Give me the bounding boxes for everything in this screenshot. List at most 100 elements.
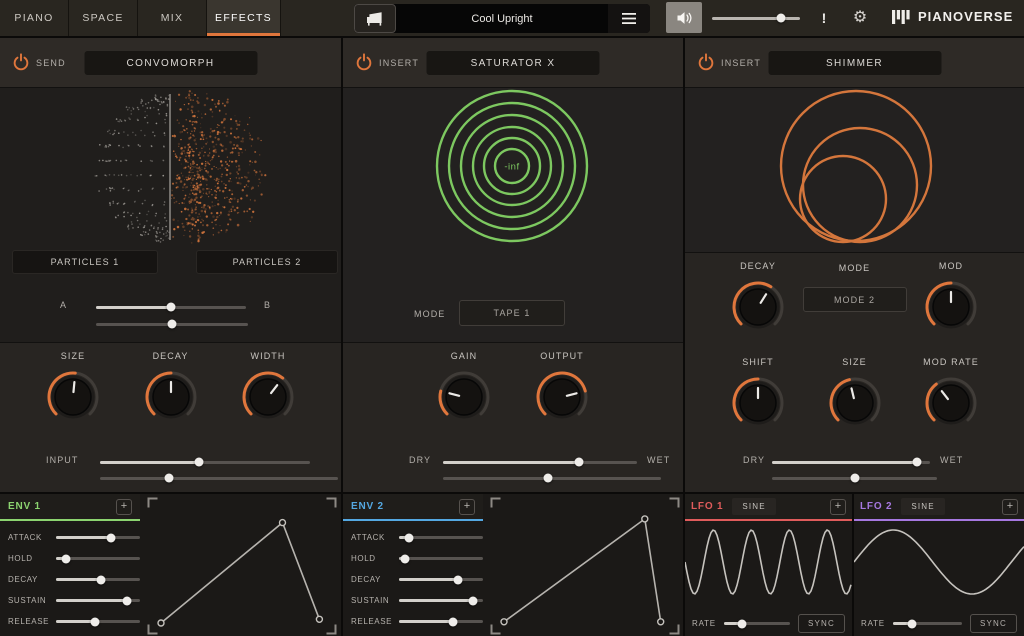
- convomorph-particles-viz: [0, 88, 341, 246]
- shimmer-drywet-balance-slider[interactable]: [772, 473, 937, 483]
- shimmer-drywet-slider[interactable]: [772, 457, 930, 467]
- shimmer-mode-label: MODE: [839, 263, 870, 273]
- gain-knob-label: GAIN: [451, 351, 477, 361]
- lfo1-rate-slider[interactable]: [724, 619, 790, 629]
- lfo2-add-button[interactable]: +: [1002, 499, 1018, 515]
- env2-add-button[interactable]: +: [459, 499, 475, 515]
- particles-1-button[interactable]: PARTICLES 1: [12, 250, 158, 274]
- lfo1-sync-button[interactable]: SYNC: [798, 614, 845, 633]
- convomorph-name-button[interactable]: CONVOMORPH: [83, 50, 258, 76]
- convomorph-size-knob-group: SIZE: [44, 351, 102, 426]
- shimmer-size-knob-label: SIZE: [842, 357, 866, 367]
- tab-mix[interactable]: MIX: [138, 0, 207, 36]
- env1-attack-slider[interactable]: [56, 533, 140, 543]
- env2-sustain-slider[interactable]: [399, 596, 483, 606]
- shimmer-decay-knob[interactable]: [729, 278, 787, 336]
- tab-effects[interactable]: EFFECTS: [207, 0, 281, 36]
- saturator-header: INSERT SATURATOR X: [343, 38, 683, 88]
- tab-piano[interactable]: PIANO: [0, 0, 69, 36]
- width-knob[interactable]: [239, 368, 297, 426]
- settings-button[interactable]: ⚙: [848, 6, 872, 30]
- morph-balance-slider[interactable]: [96, 319, 248, 329]
- env1-graph[interactable]: [146, 496, 338, 636]
- saturator-drywet-slider[interactable]: [443, 457, 637, 467]
- env2-decay-slider[interactable]: [399, 575, 483, 585]
- shift-knob[interactable]: [729, 374, 787, 432]
- tab-space[interactable]: SPACE: [69, 0, 138, 36]
- volume-slider[interactable]: [712, 13, 800, 23]
- volume-button[interactable]: [666, 2, 702, 33]
- size-knob-label: SIZE: [61, 351, 85, 361]
- preset-selector[interactable]: Cool Upright: [354, 4, 650, 33]
- env1-release-slider[interactable]: [56, 617, 140, 627]
- lfo2-wave: [854, 521, 1024, 603]
- env2-sustain-label: SUSTAIN: [351, 596, 399, 605]
- gain-knob[interactable]: [435, 368, 493, 426]
- saturator-power-button[interactable]: [353, 52, 375, 74]
- lfo-section: LFO 1 SINE + RATE SYNC LFO 2 SINE +: [685, 492, 1024, 636]
- output-knob[interactable]: [533, 368, 591, 426]
- lfo1-rate-label: RATE: [692, 619, 716, 628]
- mod-knob-label: MOD: [939, 261, 963, 271]
- env1-add-button[interactable]: +: [116, 499, 132, 515]
- morph-slider[interactable]: [96, 302, 246, 312]
- lfo2-sync-button[interactable]: SYNC: [970, 614, 1017, 633]
- shimmer-power-button[interactable]: [695, 52, 717, 74]
- env1-decay-label: DECAY: [8, 575, 56, 584]
- mod-rate-knob[interactable]: [922, 374, 980, 432]
- env1-decay-slider[interactable]: [56, 575, 140, 585]
- env1-hold-label: HOLD: [8, 554, 56, 563]
- shimmer-viz-area: [685, 88, 1024, 252]
- env2-hold-label: HOLD: [351, 554, 399, 563]
- shimmer-controls: DECAY MODE MODE 2 MOD SHIFT SIZ: [685, 252, 1024, 492]
- lfo2-rate-slider[interactable]: [893, 619, 962, 629]
- env1-accent-line: [0, 519, 140, 521]
- env1-sustain-label: SUSTAIN: [8, 596, 56, 605]
- width-knob-label: WIDTH: [251, 351, 286, 361]
- particles-2-button[interactable]: PARTICLES 2: [196, 250, 338, 274]
- saturator-meter-rings: -inf: [343, 88, 683, 288]
- shimmer-mode-select[interactable]: MODE 2: [803, 287, 907, 312]
- shimmer-name-button[interactable]: SHIMMER: [767, 50, 942, 76]
- mod-rate-knob-label: MOD RATE: [923, 357, 979, 367]
- env2-release-slider[interactable]: [399, 617, 483, 627]
- lfo1-wave-select[interactable]: SINE: [732, 498, 775, 515]
- grand-piano-icon-button[interactable]: [354, 4, 396, 33]
- saturator-drywet-balance-slider[interactable]: [443, 473, 661, 483]
- env1-hold-slider[interactable]: [56, 554, 140, 564]
- size-knob[interactable]: [44, 368, 102, 426]
- shimmer-size-knob[interactable]: [826, 374, 884, 432]
- env2-decay-label: DECAY: [351, 575, 399, 584]
- convomorph-controls: SIZE DECAY WIDTH INPUT: [0, 342, 341, 492]
- env1-release-label: RELEASE: [8, 617, 56, 626]
- convomorph-power-button[interactable]: [10, 52, 32, 74]
- shimmer-mode-group: MODE MODE 2: [803, 261, 907, 336]
- pianoverse-logo: PIANOVERSE: [892, 9, 1013, 24]
- output-knob-label: OUTPUT: [540, 351, 584, 361]
- env2-attack-slider[interactable]: [399, 533, 483, 543]
- shimmer-dry-label: DRY: [743, 455, 765, 465]
- env1-section: ENV 1 + ATTACK HOLD DECAY SUSTAIN RELEAS…: [0, 492, 341, 636]
- gear-icon: ⚙: [853, 9, 867, 26]
- convomorph-width-knob-group: WIDTH: [239, 351, 297, 426]
- env2-graph[interactable]: [489, 496, 681, 636]
- mod-knob[interactable]: [922, 278, 980, 336]
- saturator-name-button[interactable]: SATURATOR X: [426, 50, 601, 76]
- input-slider[interactable]: [100, 457, 310, 467]
- input-balance-slider[interactable]: [100, 473, 338, 483]
- env1-sustain-slider[interactable]: [56, 596, 140, 606]
- lfo1-add-button[interactable]: +: [830, 499, 846, 515]
- lfo2-rate-label: RATE: [861, 619, 885, 628]
- shimmer-decay-knob-label: DECAY: [740, 261, 776, 271]
- alert-button[interactable]: !: [814, 7, 834, 29]
- lfo2-wave-select[interactable]: SINE: [901, 498, 944, 515]
- speaker-icon: [676, 11, 693, 25]
- preset-menu-button[interactable]: [608, 4, 650, 33]
- input-label: INPUT: [46, 455, 79, 465]
- env1-sliders: ATTACK HOLD DECAY SUSTAIN RELEASE: [0, 527, 145, 632]
- decay-knob[interactable]: [142, 368, 200, 426]
- env2-hold-slider[interactable]: [399, 554, 483, 564]
- logo-text: PIANOVERSE: [918, 9, 1013, 24]
- hamburger-icon: [622, 13, 636, 24]
- saturator-mode-select[interactable]: TAPE 1: [459, 300, 565, 326]
